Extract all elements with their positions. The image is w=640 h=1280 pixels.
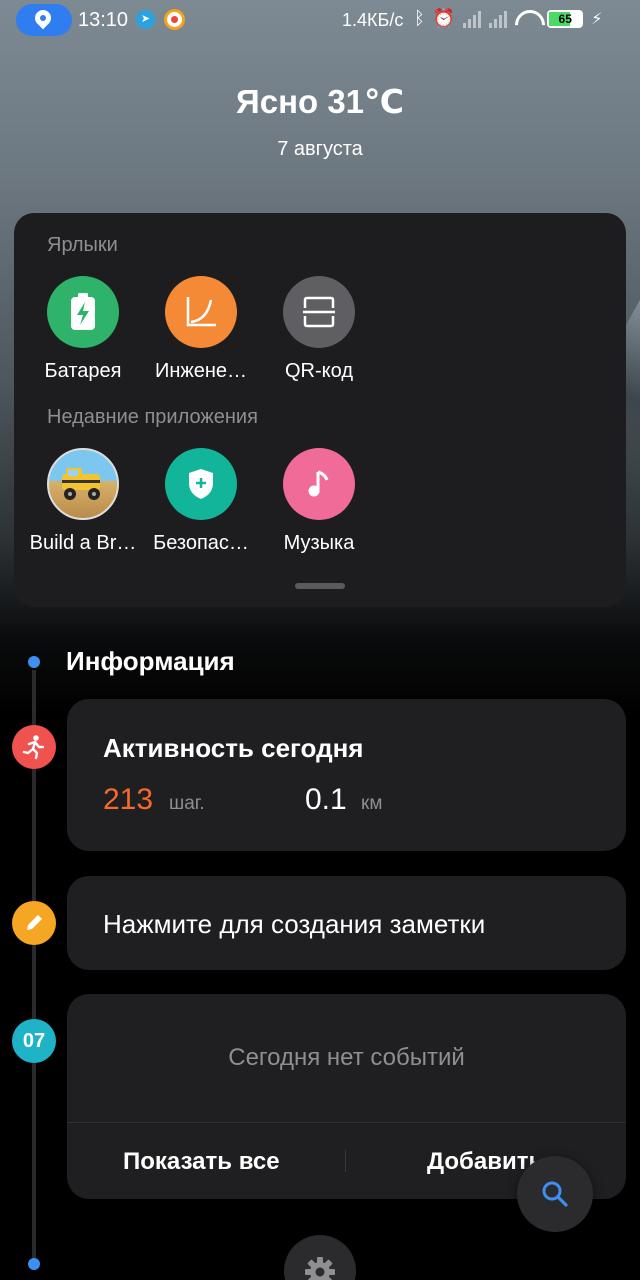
- recent-app-label: Build a Br…: [29, 532, 137, 554]
- recent-app-label: Безопас…: [153, 532, 249, 554]
- wifi-icon: [515, 10, 539, 28]
- shortcut-engineering-calculator[interactable]: Инжене…: [136, 276, 266, 383]
- qr-scan-icon: [283, 276, 355, 348]
- telegram-icon: ➤: [136, 10, 155, 29]
- shortcut-label: QR-код: [285, 360, 353, 382]
- steps-value: 213: [103, 783, 154, 816]
- recent-app-label: Музыка: [283, 532, 355, 554]
- recent-app-security[interactable]: Безопас…: [136, 448, 266, 555]
- card-divider: [67, 1122, 626, 1123]
- weather-title[interactable]: Ясно 31℃: [0, 82, 640, 121]
- timeline-dot: [28, 656, 40, 668]
- distance-value: 0.1: [305, 783, 347, 816]
- security-shield-icon: [165, 448, 237, 520]
- calculator-curve-icon: [165, 276, 237, 348]
- location-indicator: [16, 4, 72, 36]
- shortcut-qr-code[interactable]: QR-код: [254, 276, 384, 383]
- shortcuts-panel: Ярлыки Батарея Инжене… QR-код Недавние п…: [14, 213, 626, 607]
- status-bar: 13:10 ➤ 1.4КБ/с ᛒ ⏰ 65 ⚡: [0, 0, 640, 40]
- timeline-dot: [28, 1258, 40, 1270]
- battery-icon: 65: [547, 9, 584, 28]
- activity-card[interactable]: Активность сегодня 213 шаг. 0.1 км: [67, 699, 626, 851]
- shortcut-label: Батарея: [44, 360, 122, 382]
- panel-drag-handle[interactable]: [295, 583, 345, 589]
- weather-date: 7 августа: [277, 138, 363, 160]
- note-card[interactable]: Нажмите для создания заметки: [67, 876, 626, 970]
- create-note-prompt: Нажмите для создания заметки: [103, 909, 486, 939]
- recent-apps-label: Недавние приложения: [47, 406, 258, 428]
- search-button[interactable]: [517, 1156, 593, 1232]
- running-icon: [12, 725, 56, 769]
- steps-unit: шаг.: [169, 793, 205, 814]
- notification-app-icon: [164, 9, 185, 30]
- info-section-title: Информация: [66, 646, 235, 676]
- game-truck-icon: [47, 448, 119, 520]
- shortcuts-label: Ярлыки: [47, 234, 118, 256]
- activity-title: Активность сегодня: [103, 733, 364, 763]
- shortcut-battery[interactable]: Батарея: [18, 276, 148, 383]
- signal-icon: [463, 10, 482, 28]
- pencil-icon: [12, 901, 56, 945]
- network-speed: 1.4КБ/с: [342, 10, 404, 30]
- alarm-icon: ⏰: [432, 8, 456, 28]
- signal-icon: [489, 10, 508, 28]
- distance-unit: км: [361, 793, 383, 814]
- settings-button[interactable]: [284, 1235, 356, 1280]
- status-time: 13:10: [78, 9, 129, 31]
- charging-icon: ⚡: [591, 10, 603, 28]
- battery-icon: [47, 276, 119, 348]
- no-events-text: Сегодня нет событий: [228, 1044, 465, 1071]
- status-icons: ᛒ ⏰ 65 ⚡: [414, 8, 602, 29]
- recent-app-music[interactable]: Музыка: [254, 448, 384, 555]
- button-separator: [345, 1150, 346, 1172]
- location-icon: [31, 6, 55, 30]
- recent-app-build-a-bridge[interactable]: Build a Br…: [18, 448, 148, 555]
- show-all-button[interactable]: Показать все: [123, 1148, 280, 1176]
- search-icon: [542, 1181, 568, 1207]
- calendar-day-icon: 07: [12, 1019, 56, 1063]
- gear-icon: [305, 1257, 335, 1280]
- bluetooth-icon: ᛒ: [414, 8, 425, 28]
- shortcut-label: Инжене…: [154, 360, 248, 382]
- music-note-icon: [283, 448, 355, 520]
- battery-level: 65: [558, 11, 572, 26]
